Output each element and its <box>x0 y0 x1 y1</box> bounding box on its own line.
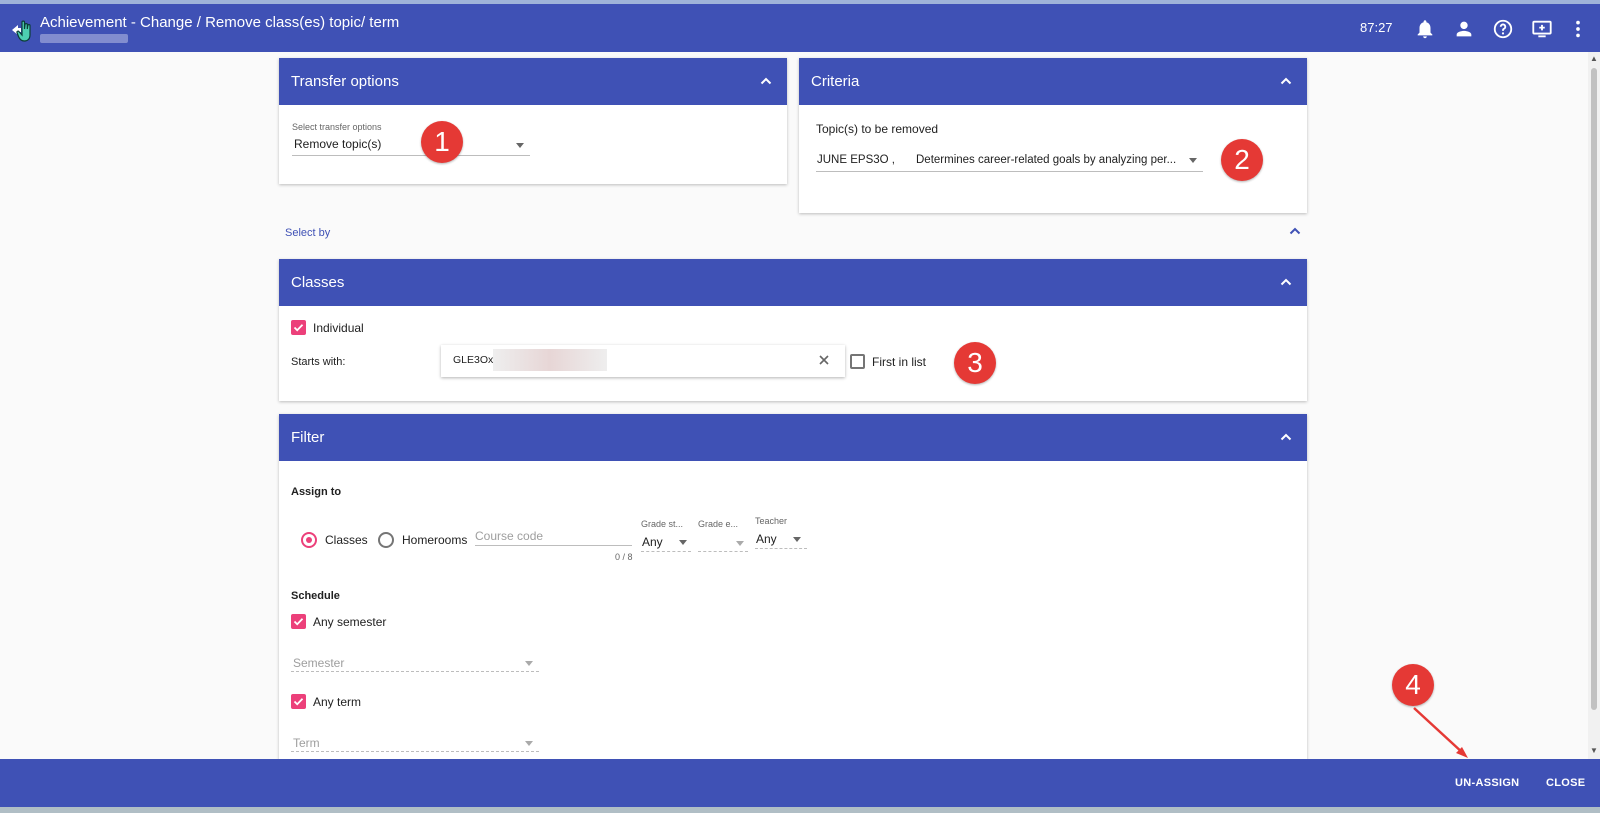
dropdown-arrow-icon <box>1189 158 1197 163</box>
grade-start-value: Any <box>642 535 663 549</box>
individual-checkbox[interactable] <box>291 320 306 335</box>
dropdown-arrow-icon <box>516 143 524 148</box>
main-content: Transfer options Select transfer options… <box>0 52 1588 759</box>
close-button[interactable]: CLOSE <box>1546 777 1585 789</box>
classes-title: Classes <box>291 274 345 291</box>
topic-code: JUNE EPS3O , <box>817 154 895 166</box>
person-icon[interactable] <box>1453 18 1475 40</box>
any-semester-label: Any semester <box>313 615 387 629</box>
dropdown-arrow-icon <box>525 661 533 666</box>
session-timer: 87:27 <box>1360 20 1393 35</box>
dropdown-arrow-icon <box>525 741 533 746</box>
chevron-up-icon[interactable] <box>1279 430 1293 444</box>
annotation-badge-4: 4 <box>1392 664 1434 706</box>
annotation-badge-2: 2 <box>1221 139 1263 181</box>
unassign-button[interactable]: UN-ASSIGN <box>1455 777 1519 789</box>
chevron-up-icon[interactable] <box>759 74 773 88</box>
dropdown-arrow-icon <box>679 540 687 545</box>
filter-title: Filter <box>291 429 325 446</box>
grade-end-select[interactable] <box>698 532 748 552</box>
classes-header[interactable]: Classes <box>279 259 1307 306</box>
back-hand-cursor-icon[interactable] <box>8 16 36 44</box>
topics-select[interactable]: JUNE EPS3O , Determines career-related g… <box>816 150 1203 172</box>
radio-homerooms-label: Homerooms <box>402 533 468 547</box>
criteria-panel: Criteria Topic(s) to be removed JUNE EPS… <box>799 58 1307 213</box>
annotation-badge-1: 1 <box>421 121 463 163</box>
scrollbar-thumb[interactable] <box>1591 68 1597 710</box>
criteria-header[interactable]: Criteria <box>799 58 1307 105</box>
annotation-arrow <box>1413 707 1468 758</box>
first-in-list-label: First in list <box>872 355 926 369</box>
footer-bar: UN-ASSIGN CLOSE <box>0 759 1600 807</box>
app-bar: Achievement - Change / Remove class(es) … <box>0 4 1600 52</box>
select-by-chevron-up-icon[interactable] <box>1288 224 1302 238</box>
window-bottom-strip <box>0 807 1600 813</box>
more-vert-icon[interactable] <box>1567 18 1589 40</box>
radio-classes[interactable] <box>301 532 317 548</box>
filter-panel: Filter Assign to Classes Homerooms Cours… <box>279 414 1307 759</box>
schedule-label: Schedule <box>291 590 340 602</box>
scroll-down-arrow-icon[interactable]: ▼ <box>1590 746 1598 755</box>
transfer-options-title: Transfer options <box>291 73 399 90</box>
dropdown-arrow-icon <box>736 541 744 546</box>
course-code-placeholder: Course code <box>475 529 544 543</box>
radio-homerooms[interactable] <box>378 532 394 548</box>
criteria-title: Criteria <box>811 73 860 90</box>
topics-to-remove-label: Topic(s) to be removed <box>816 122 939 136</box>
filter-header[interactable]: Filter <box>279 414 1307 461</box>
annotation-badge-3: 3 <box>954 342 996 384</box>
teacher-label: Teacher <box>755 516 788 526</box>
clear-icon[interactable] <box>817 353 831 367</box>
transfer-options-header[interactable]: Transfer options <box>279 58 787 105</box>
course-code-input[interactable]: Course code <box>475 526 632 546</box>
topic-description: Determines career-related goals by analy… <box>916 154 1177 166</box>
starts-with-value: GLE3Ox <box>453 354 494 366</box>
semester-placeholder: Semester <box>293 656 345 670</box>
classes-panel: Classes Individual Starts with: GLE3Ox F… <box>279 259 1307 401</box>
course-code-counter: 0 / 8 <box>615 552 633 562</box>
bell-icon[interactable] <box>1414 18 1436 40</box>
any-term-checkbox[interactable] <box>291 694 306 709</box>
vertical-scrollbar[interactable]: ▲ ▼ <box>1588 52 1600 759</box>
individual-label: Individual <box>313 321 364 335</box>
grade-end-label: Grade e... <box>698 519 739 529</box>
grade-start-select[interactable]: Any <box>641 532 691 552</box>
transfer-options-select[interactable]: Remove topic(s) <box>292 134 530 156</box>
any-term-label: Any term <box>313 695 362 709</box>
first-in-list-checkbox[interactable] <box>850 354 865 369</box>
radio-classes-label: Classes <box>325 533 368 547</box>
page-title: Achievement - Change / Remove class(es) … <box>40 14 400 31</box>
term-select[interactable]: Term <box>291 732 539 752</box>
dropdown-arrow-icon <box>793 537 801 542</box>
redacted-text <box>493 349 607 371</box>
semester-select[interactable]: Semester <box>291 652 539 672</box>
grade-start-label: Grade st... <box>641 519 684 529</box>
any-semester-checkbox[interactable] <box>291 614 306 629</box>
starts-with-input[interactable]: GLE3Ox <box>441 345 845 377</box>
help-icon[interactable] <box>1492 18 1514 40</box>
transfer-options-panel: Transfer options Select transfer options… <box>279 58 787 184</box>
page-subtitle-redacted <box>40 34 128 43</box>
term-placeholder: Term <box>293 736 320 750</box>
scroll-up-arrow-icon[interactable]: ▲ <box>1590 54 1598 63</box>
starts-with-label: Starts with: <box>291 356 346 368</box>
teacher-value: Any <box>756 532 777 546</box>
teacher-select[interactable]: Any <box>755 529 807 549</box>
assign-to-label: Assign to <box>291 486 342 498</box>
select-by-label: Select by <box>285 227 331 239</box>
transfer-select-label: Select transfer options <box>292 122 382 132</box>
chevron-up-icon[interactable] <box>1279 275 1293 289</box>
chevron-up-icon[interactable] <box>1279 74 1293 88</box>
transfer-select-value: Remove topic(s) <box>294 137 382 151</box>
monitor-icon[interactable] <box>1531 18 1553 40</box>
